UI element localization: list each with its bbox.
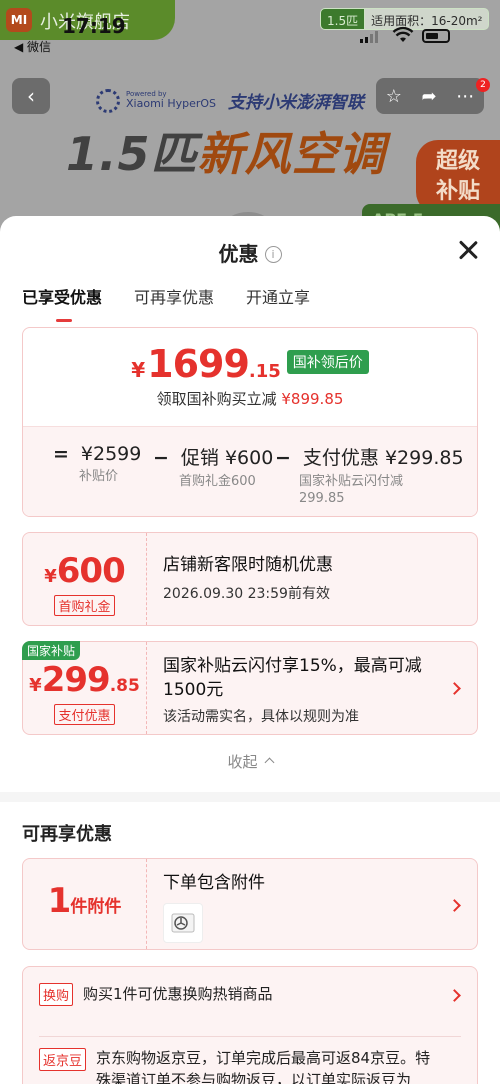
background-product-page: MI 小米旗舰店 1.5匹 适用面积：16-20m² 17:19 ◀ 微信 ‹ … [0,0,500,240]
sheet-title-text: 优惠 [218,242,259,266]
offer-divider [39,1036,461,1037]
cellular-signal-icon [360,31,378,43]
battery-icon [422,29,450,43]
price-breakdown: = ¥2599 补贴价 − 促销 ¥600 首购礼金600 − 支付优惠 ¥299.8… [23,426,477,516]
star-favorite-icon[interactable]: ☆ [386,86,402,107]
product-headline: 1.5匹新风空调 [66,118,386,184]
more-offers-title: 可再享优惠 [22,824,112,845]
offer-tag: 返京豆 [39,1048,87,1071]
discount-tabs: 已享受优惠 可再享优惠 开通立享 [22,284,310,322]
spec-area: 适用面积：16-20m² [365,8,490,30]
store-logo: MI [6,8,32,32]
offer-list: 换购 购买1件可优惠换购热销商品 返京豆 京东购物返京豆，订单完成后最高可返84… [22,966,478,1084]
offer-text: 购买1件可优惠换购热销商品 [83,985,273,1003]
top-actions: ☆ ➦ ⋯ [376,78,484,114]
info-icon[interactable]: i [264,246,282,263]
hyperos-text: Xiaomi HyperOS [126,97,217,111]
offer-trade-in[interactable]: 换购 购买1件可优惠换购热销商品 [39,983,477,1006]
offer-text: 京东购物返京豆，订单完成后最高可返84京豆。特殊渠道订单不参与购物返豆，以订单实… [96,1049,431,1084]
tab-enjoyed[interactable]: 已享受优惠 [22,284,102,322]
payment-discount-value: 支付优惠 ¥299.85 [302,447,464,469]
share-icon[interactable]: ➦ [422,86,437,107]
cart-badge: 2 [476,78,490,92]
coupon-currency: ¥ [44,566,57,587]
savings-amount: ¥899.85 [281,390,344,408]
close-button[interactable] [456,238,480,262]
final-price-decimal: .15 [248,361,281,382]
coupon-rules: 该活动需实名，具体以规则为准 [163,709,359,725]
coupon-validity: 2026.09.30 23:59前有效 [163,586,330,602]
accessory-title: 下单包含附件 [163,873,265,893]
final-price-integer: 1699 [147,342,250,386]
more-icon[interactable]: ⋯ [456,86,474,107]
final-price: ¥ 1699 .15 国补领后价 [23,328,477,386]
super-subsidy-line2: 补贴 [435,179,480,204]
coupon-value: 299 [41,660,111,700]
final-currency: ¥ [131,358,146,382]
spec-horsepower: 1.5匹 [320,8,366,30]
super-subsidy-line1: 超级 [435,149,480,174]
tab-open-to-enjoy[interactable]: 开通立享 [246,284,310,322]
promo-label: 首购礼金600 [179,474,256,489]
collapse-button[interactable]: 收起 [0,751,500,772]
coupon-tag: 支付优惠 [54,704,115,725]
coupon-currency: ¥ [29,675,42,696]
collapse-label: 收起 [227,753,258,771]
chevron-right-icon [448,899,461,912]
coupon-new-customer[interactable]: ¥600 首购礼金 店铺新客限时随机优惠 2026.09.30 23:59前有效 [22,532,478,626]
hyperos-logo-icon [96,88,120,113]
offer-jingdou[interactable]: 返京豆 京东购物返京豆，订单完成后最高可返84京豆。特殊渠道订单不参与购物返豆，… [39,1047,439,1084]
subsidy-price-label: 补贴价 [79,469,119,484]
tab-more-available[interactable]: 可再享优惠 [134,284,214,322]
equals-sign: = [53,443,69,465]
accessory-thumbnail[interactable] [163,903,203,943]
headline-product: 新风空调 [197,127,386,181]
wifi-icon [392,26,414,42]
price-summary-card: ¥ 1699 .15 国补领后价 领取国补购买立减 ¥899.85 = ¥2599… [22,327,478,517]
final-price-tag: 国补领后价 [286,350,369,374]
accessory-count-value: 1 [47,881,72,921]
savings-line: 领取国补购买立减 ¥899.85 [23,388,477,409]
section-divider [0,792,500,802]
back-arrow-icon[interactable]: ‹ [12,78,50,114]
payment-discount-amount: 299.85 [299,490,345,506]
accessory-card[interactable]: 1件附件 下单包含附件 [22,858,478,950]
headline-hp: 1.5匹 [66,127,198,181]
minus-sign: − [153,447,169,469]
coupon-tag: 首购礼金 [54,595,115,616]
accessory-count: 1件附件 [23,881,146,921]
coupon-national-subsidy[interactable]: 国家补贴 ¥299.85 支付优惠 国家补贴云闪付享15%，最高可减1500元 … [22,641,478,735]
hyperos-slogan: 支持小米澎湃智联 [228,93,365,113]
hyperos-banner: Powered by Xiaomi HyperOS 支持小米澎湃智联 [96,88,364,113]
discount-sheet: 优惠 i 已享受优惠 可再享优惠 开通立享 ¥ 1699 .15 国补领后价 领取… [0,216,500,1084]
payment-discount-label: 国家补贴云闪付减 [299,474,404,489]
accessory-unit: 件附件 [70,897,122,917]
coupon-title: 国家补贴云闪付享15%，最高可减1500元 [163,656,422,700]
promo-value: 促销 ¥600 [180,447,274,469]
super-subsidy-badge: 超级 补贴 [416,140,500,214]
coupon-value-decimal: .85 [109,676,140,696]
status-back-wechat[interactable]: ◀ 微信 [14,38,51,55]
coupon-amount: ¥600 [23,551,146,591]
minus-sign: − [275,447,291,469]
savings-prefix: 领取国补购买立减 [156,390,277,408]
sheet-title: 优惠 i [0,238,500,267]
coupon-value: 600 [56,551,126,591]
coupon-title: 店铺新客限时随机优惠 [163,555,333,575]
coupon-amount: ¥299.85 [23,660,146,700]
fan-unit-icon [171,913,195,933]
status-time: 17:19 [62,14,126,38]
offer-tag: 换购 [39,983,74,1006]
subsidy-price: ¥2599 [80,443,142,465]
chevron-up-icon [264,757,274,768]
